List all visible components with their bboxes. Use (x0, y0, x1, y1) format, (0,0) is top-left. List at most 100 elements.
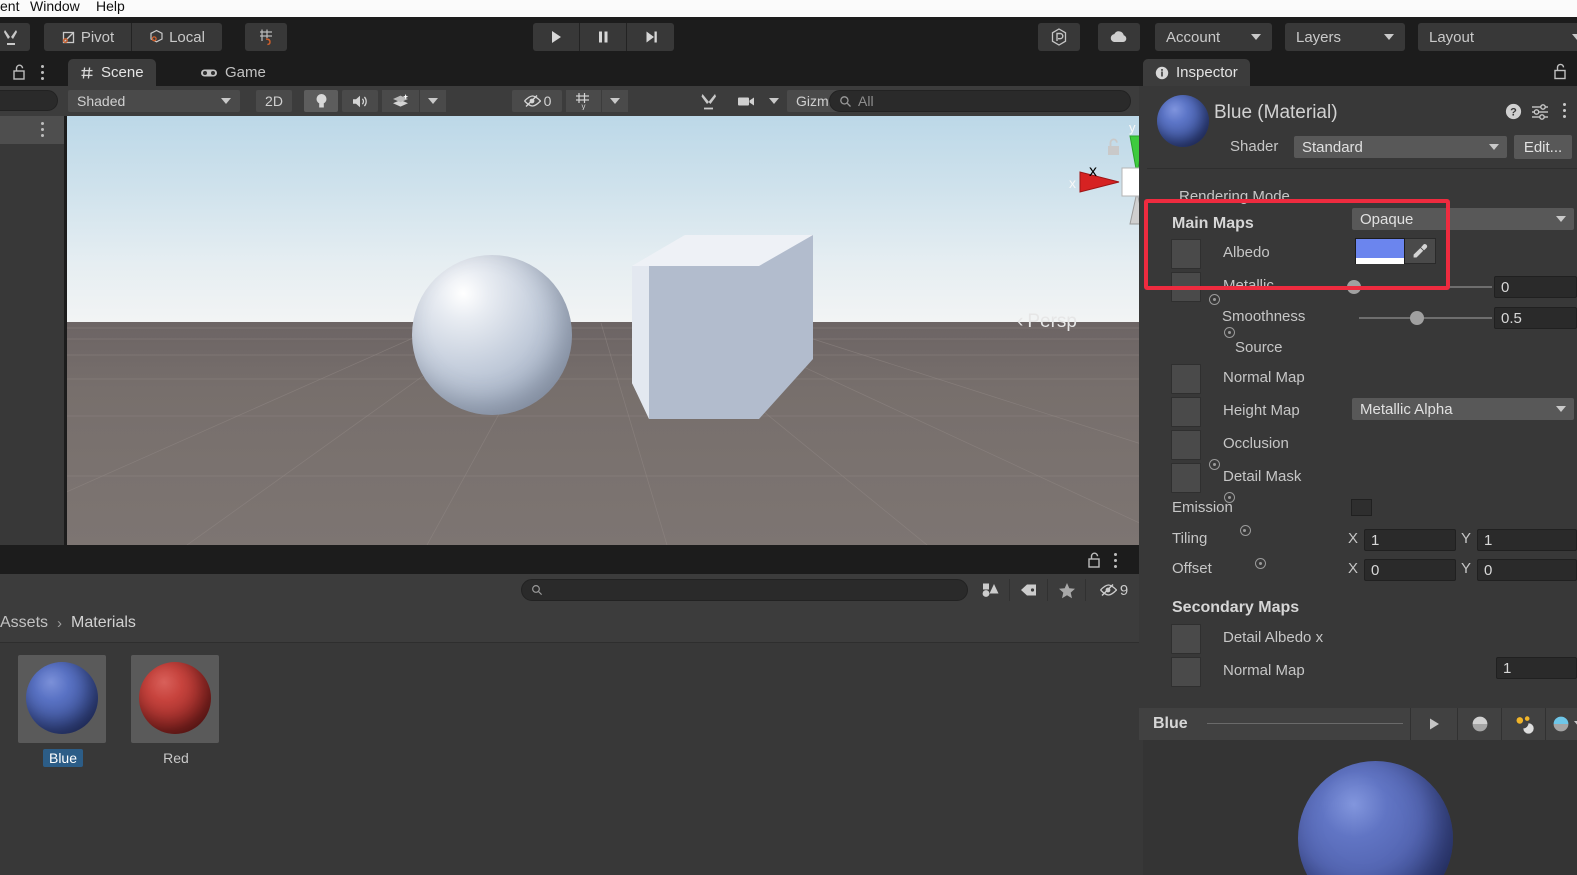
kebab-menu-icon[interactable] (41, 122, 44, 137)
project-lock-open-icon[interactable] (1087, 552, 1102, 568)
star-icon[interactable] (1048, 579, 1086, 601)
local-button[interactable]: Local (132, 23, 222, 51)
step-button[interactable] (627, 23, 674, 51)
filter-by-label-icon[interactable] (1010, 579, 1048, 601)
edit-shader-button[interactable]: Edit... (1514, 135, 1572, 159)
pivot-button[interactable]: Pivot (44, 23, 132, 51)
lightbulb-icon[interactable] (304, 90, 338, 112)
breadcrumb-materials[interactable]: Materials (71, 614, 136, 632)
play-button[interactable] (533, 23, 580, 51)
scene-viewport[interactable]: y x x ‹ Persp (67, 116, 1139, 545)
metallic-slider-knob[interactable] (1347, 280, 1361, 294)
grid-snap-icon[interactable] (245, 23, 287, 51)
asset-label-blue: Blue (42, 749, 84, 767)
menu-item-edit[interactable]: ent (0, 0, 19, 14)
detail-albedo-texture-slot[interactable] (1171, 624, 1201, 654)
eyedropper-icon[interactable] (1405, 238, 1436, 264)
filter-by-type-icon[interactable] (972, 579, 1010, 601)
preview-environment-button[interactable] (1545, 708, 1577, 740)
normal-map-texture-slot[interactable] (1171, 364, 1201, 394)
hierarchy-search-input[interactable] (0, 90, 58, 111)
preview-drag-handle[interactable] (1207, 723, 1403, 724)
scene-sphere-object[interactable] (412, 255, 572, 415)
camera-dropdown-arrow[interactable] (762, 90, 786, 112)
rendering-mode-dropdown[interactable]: Opaque (1352, 208, 1574, 230)
preview-play-button[interactable] (1410, 708, 1457, 740)
secondary-normal-value-field[interactable]: 1 (1496, 657, 1577, 679)
occlusion-target-icon[interactable] (1239, 525, 1251, 536)
scene-cube-object[interactable] (627, 231, 817, 421)
grid-icon[interactable]: y (566, 90, 602, 112)
offset-x-field[interactable]: 0 (1364, 559, 1456, 581)
scene-tools-icon[interactable] (692, 90, 726, 112)
tools-icon[interactable] (0, 23, 30, 51)
smoothness-value-field[interactable]: 0.5 (1494, 307, 1577, 329)
grid-dropdown-arrow[interactable] (602, 90, 628, 112)
cloud-icon[interactable] (1098, 23, 1140, 51)
shader-dropdown[interactable]: Standard (1294, 136, 1507, 158)
detail-mask-texture-slot[interactable] (1171, 463, 1201, 493)
detail-mask-target-icon[interactable] (1255, 558, 1267, 569)
hierarchy-list[interactable] (0, 144, 64, 545)
account-dropdown[interactable]: Account (1155, 23, 1272, 51)
albedo-target-icon[interactable] (1209, 294, 1220, 305)
fx-dropdown-arrow[interactable] (420, 90, 446, 112)
preview-lighting-button[interactable] (1501, 708, 1545, 740)
offset-y-field[interactable]: 0 (1477, 559, 1577, 581)
secondary-normal-texture-slot[interactable] (1171, 657, 1201, 687)
albedo-color-swatch[interactable] (1355, 238, 1405, 264)
tab-scene[interactable]: Scene (68, 59, 156, 86)
tiling-x-field[interactable]: 1 (1364, 529, 1456, 551)
pause-button[interactable] (580, 23, 627, 51)
layout-dropdown[interactable]: Layout (1418, 23, 1577, 51)
tiling-y-field[interactable]: 1 (1477, 529, 1577, 551)
viewport-lock-open-icon[interactable] (1105, 138, 1122, 156)
kebab-menu-icon[interactable] (1563, 103, 1566, 118)
secondary-maps-header: Secondary Maps (1172, 599, 1300, 616)
lock-open-icon[interactable] (12, 64, 27, 80)
asset-grid[interactable]: Blue Red (0, 643, 1139, 875)
kebab-menu-icon[interactable] (41, 65, 44, 80)
menu-item-window[interactable]: Window (30, 0, 80, 14)
audio-toggle[interactable] (342, 90, 378, 112)
kebab-menu-icon[interactable] (1114, 553, 1117, 568)
project-search-input[interactable] (521, 579, 968, 601)
project-hidden-toggle[interactable]: 9 (1086, 579, 1141, 601)
projection-mode-label-group[interactable]: ‹ Persp (1017, 311, 1077, 333)
metallic-slider-track[interactable] (1352, 286, 1492, 288)
smoothness-slider-knob[interactable] (1410, 311, 1424, 325)
project-panel: 9 Assets › Materials Blue Red (0, 545, 1139, 875)
height-map-texture-slot[interactable] (1171, 397, 1201, 427)
scene-search-input[interactable]: All (829, 90, 1131, 112)
draw-mode-dropdown[interactable]: Shaded (68, 90, 240, 112)
tab-inspector[interactable]: Inspector (1143, 59, 1250, 86)
help-icon[interactable]: ? (1505, 103, 1522, 120)
tab-game[interactable]: Game (188, 59, 278, 86)
camera-icon[interactable] (732, 90, 762, 112)
source-dropdown[interactable]: Metallic Alpha (1352, 398, 1574, 420)
hidden-objects-toggle[interactable]: 0 (512, 90, 562, 112)
metallic-target-icon[interactable] (1224, 327, 1236, 338)
layers-dropdown[interactable]: Layers (1285, 23, 1405, 51)
collab-icon[interactable] (1038, 23, 1080, 51)
metallic-value-field[interactable]: 0 (1494, 276, 1577, 298)
fx-icon[interactable] (382, 90, 420, 112)
occlusion-texture-slot[interactable] (1171, 430, 1201, 460)
smoothness-slider-track[interactable] (1359, 317, 1492, 319)
preset-icon[interactable] (1531, 103, 1549, 120)
preview-shape-button[interactable] (1457, 708, 1501, 740)
asset-item-blue[interactable]: Blue (18, 655, 108, 768)
menu-item-help[interactable]: Help (96, 0, 125, 14)
hierarchy-row-scene[interactable] (0, 116, 64, 144)
smoothness-label: Smoothness (1222, 308, 1306, 325)
asset-item-red[interactable]: Red (131, 655, 221, 768)
metallic-texture-slot[interactable] (1171, 272, 1201, 302)
inspector-lock-open-icon[interactable] (1553, 63, 1568, 80)
breadcrumb-assets[interactable]: Assets (0, 614, 48, 632)
normal-map-target-icon[interactable] (1209, 459, 1220, 470)
albedo-texture-slot[interactable] (1171, 239, 1201, 269)
emission-toggle[interactable] (1351, 499, 1372, 516)
preview-area[interactable] (1143, 740, 1577, 875)
mode-2d-toggle[interactable]: 2D (256, 90, 292, 112)
offset-label: Offset (1172, 560, 1212, 577)
